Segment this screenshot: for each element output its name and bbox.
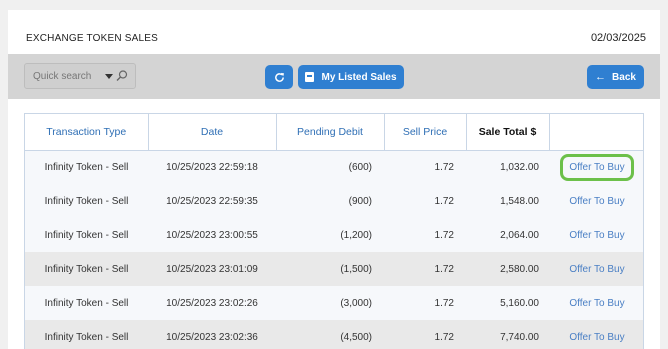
table-row: Infinity Token - Sell 10/25/2023 23:00:5…	[25, 218, 643, 252]
arrow-left-icon: ←	[595, 71, 607, 83]
table-row: Infinity Token - Sell 10/25/2023 23:02:2…	[25, 286, 643, 320]
caret-down-icon[interactable]	[105, 74, 113, 79]
cell-sell-price: 1.72	[384, 286, 466, 320]
cell-sale-total: 1,548.00	[466, 184, 549, 218]
back-label: Back	[612, 71, 636, 83]
cell-sell-price: 1.72	[384, 150, 466, 184]
cell-sell-price: 1.72	[384, 252, 466, 286]
cell-date: 10/25/2023 22:59:35	[148, 184, 276, 218]
search-placeholder: Quick search	[33, 71, 92, 82]
cell-pending-debit: (600)	[276, 150, 384, 184]
offer-to-buy-link[interactable]: Offer To Buy	[549, 320, 643, 349]
offer-to-buy-link[interactable]: Offer To Buy	[560, 153, 634, 181]
document-icon	[305, 72, 315, 82]
main-panel: EXCHANGE TOKEN SALES 02/03/2025 Quick se…	[8, 10, 660, 349]
search-icon[interactable]	[115, 69, 129, 83]
offer-to-buy-link[interactable]: Offer To Buy	[549, 218, 643, 252]
cell-sell-price: 1.72	[384, 218, 466, 252]
cell-date: 10/25/2023 23:00:55	[148, 218, 276, 252]
table-row: Infinity Token - Sell 10/25/2023 23:01:0…	[25, 252, 643, 286]
cell-date: 10/25/2023 23:01:09	[148, 252, 276, 286]
cell-pending-debit: (1,500)	[276, 252, 384, 286]
cell-type: Infinity Token - Sell	[25, 286, 148, 320]
cell-pending-debit: (900)	[276, 184, 384, 218]
col-transaction-type[interactable]: Transaction Type	[25, 114, 149, 151]
cell-type: Infinity Token - Sell	[25, 150, 148, 184]
table-row: Infinity Token - Sell 10/25/2023 23:02:3…	[25, 320, 643, 349]
cell-sell-price: 1.72	[384, 184, 466, 218]
cell-sale-total: 2,580.00	[466, 252, 549, 286]
my-listed-sales-button[interactable]: My Listed Sales	[298, 65, 404, 89]
cell-date: 10/25/2023 23:02:26	[148, 286, 276, 320]
refresh-icon	[274, 72, 284, 82]
sales-table: Transaction Type Date Pending Debit Sell…	[24, 113, 644, 349]
cell-date: 10/25/2023 22:59:18	[148, 150, 276, 184]
col-action	[549, 114, 643, 151]
cell-sell-price: 1.72	[384, 320, 466, 349]
back-button[interactable]: ← Back	[587, 65, 644, 89]
col-date[interactable]: Date	[148, 114, 277, 151]
toolbar: Quick search My Listed Sales ← Back	[8, 54, 660, 99]
refresh-button[interactable]	[265, 65, 293, 89]
page-title: EXCHANGE TOKEN SALES	[26, 33, 159, 44]
col-sale-total[interactable]: Sale Total $	[466, 114, 550, 151]
title-bar: EXCHANGE TOKEN SALES 02/03/2025	[8, 10, 660, 54]
current-date: 02/03/2025	[590, 32, 646, 44]
cell-pending-debit: (4,500)	[276, 320, 384, 349]
my-listed-sales-label: My Listed Sales	[321, 71, 397, 83]
cell-sale-total: 2,064.00	[466, 218, 549, 252]
table-row: Infinity Token - Sell 10/25/2023 22:59:1…	[25, 150, 643, 184]
cell-sale-total: 1,032.00	[466, 150, 549, 184]
cell-pending-debit: (1,200)	[276, 218, 384, 252]
table-row: Infinity Token - Sell 10/25/2023 22:59:3…	[25, 184, 643, 218]
offer-to-buy-link[interactable]: Offer To Buy	[549, 184, 643, 218]
offer-to-buy-link[interactable]: Offer To Buy	[549, 286, 643, 320]
col-pending-debit[interactable]: Pending Debit	[276, 114, 385, 151]
cell-type: Infinity Token - Sell	[25, 218, 148, 252]
table-header-row: Transaction Type Date Pending Debit Sell…	[25, 114, 643, 151]
cell-type: Infinity Token - Sell	[25, 252, 148, 286]
cell-sale-total: 5,160.00	[466, 286, 549, 320]
cell-type: Infinity Token - Sell	[25, 184, 148, 218]
quick-search[interactable]: Quick search	[24, 63, 136, 89]
cell-type: Infinity Token - Sell	[25, 320, 148, 349]
col-sell-price[interactable]: Sell Price	[384, 114, 467, 151]
cell-pending-debit: (3,000)	[276, 286, 384, 320]
cell-sale-total: 7,740.00	[466, 320, 549, 349]
cell-action: Offer To Buy	[549, 150, 643, 184]
cell-date: 10/25/2023 23:02:36	[148, 320, 276, 349]
offer-to-buy-link[interactable]: Offer To Buy	[549, 252, 643, 286]
